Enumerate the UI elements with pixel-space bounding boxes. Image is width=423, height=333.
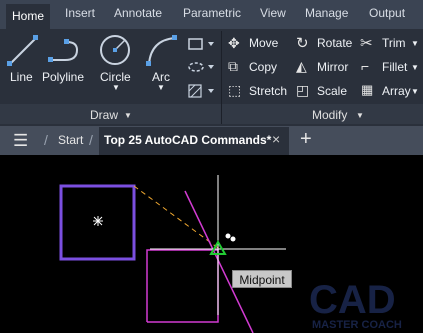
cursor-dot (225, 233, 231, 239)
arc-dropdown-icon[interactable]: ▼ (157, 83, 165, 92)
array-dropdown-icon[interactable]: ▼ (411, 87, 419, 96)
arc-button[interactable]: Arc (152, 70, 170, 84)
hatch-icon[interactable] (187, 83, 217, 99)
draw-panel-expand-icon[interactable]: ▼ (124, 111, 132, 120)
arc-icon[interactable] (145, 34, 181, 68)
tab-divider: / (44, 132, 48, 148)
drawing-graphics: CAD MASTER COACH (59, 175, 402, 333)
trim-button[interactable]: Trim (382, 36, 406, 50)
stretch-button[interactable]: Stretch (249, 84, 287, 98)
svg-text:MASTER COACH: MASTER COACH (312, 319, 402, 331)
svg-text:CAD: CAD (309, 278, 396, 322)
new-tab-icon[interactable]: + (300, 128, 312, 151)
tab-output[interactable]: Output (369, 6, 405, 20)
tab-insert[interactable]: Insert (65, 6, 95, 20)
scale-icon[interactable]: ◰ (296, 82, 309, 99)
move-icon[interactable]: ✥ (228, 35, 240, 52)
rectangle-icon[interactable] (187, 37, 217, 51)
tab-view[interactable]: View (260, 6, 286, 20)
tab-home[interactable]: Home (6, 4, 50, 29)
mirror-button[interactable]: Mirror (317, 60, 348, 74)
mirror-icon[interactable]: ◭ (296, 58, 307, 75)
cursor-dot (230, 236, 236, 242)
crosshair-cursor (150, 175, 286, 315)
tab-divider: / (89, 132, 93, 148)
ribbon-tab-bar: Home Insert Annotate Parametric View Man… (0, 0, 423, 29)
array-icon[interactable]: ▦ (361, 82, 373, 98)
draw-panel-label[interactable]: Draw (90, 108, 118, 122)
tab-parametric[interactable]: Parametric (183, 6, 241, 20)
cad-master-coach-logo: CAD MASTER COACH (309, 278, 402, 331)
square-center-marker (93, 216, 103, 226)
circle-dropdown-icon[interactable]: ▼ (112, 83, 120, 92)
ellipse-icon[interactable] (187, 60, 217, 74)
tracking-line (133, 185, 219, 249)
scale-button[interactable]: Scale (317, 84, 347, 98)
active-drawing-tab-label: Top 25 AutoCAD Commands* (104, 133, 272, 147)
move-button[interactable]: Move (249, 36, 278, 50)
tab-annotate[interactable]: Annotate (114, 6, 162, 20)
trim-icon[interactable]: ✂ (360, 34, 373, 52)
rotate-icon[interactable]: ↻ (296, 34, 309, 52)
diagonal-line[interactable] (184, 190, 254, 333)
modify-panel-expand-icon[interactable]: ▼ (356, 111, 364, 120)
menu-icon[interactable]: ☰ (13, 131, 28, 151)
midpoint-tooltip: Midpoint (232, 270, 292, 288)
start-tab[interactable]: Start (58, 133, 83, 147)
line-button[interactable]: Line (10, 70, 33, 84)
fillet-dropdown-icon[interactable]: ▼ (411, 63, 419, 72)
copy-button[interactable]: Copy (249, 60, 277, 74)
polyline-icon[interactable] (47, 36, 87, 66)
circle-icon[interactable] (98, 33, 132, 67)
stretch-icon[interactable]: ⬚ (228, 82, 241, 99)
modify-panel-label[interactable]: Modify (312, 108, 347, 122)
tab-manage[interactable]: Manage (305, 6, 348, 20)
polyline-button[interactable]: Polyline (42, 70, 84, 84)
rotate-button[interactable]: Rotate (317, 36, 352, 50)
fillet-icon[interactable]: ⌐ (361, 58, 369, 74)
trim-dropdown-icon[interactable]: ▼ (411, 39, 419, 48)
magenta-rectangle[interactable] (146, 249, 219, 323)
copy-icon[interactable]: ⧉ (228, 58, 238, 75)
circle-button[interactable]: Circle (100, 70, 131, 84)
array-button[interactable]: Array (382, 84, 411, 98)
close-tab-icon[interactable]: × (272, 131, 280, 147)
fillet-button[interactable]: Fillet (382, 60, 407, 74)
line-icon[interactable] (6, 34, 40, 68)
